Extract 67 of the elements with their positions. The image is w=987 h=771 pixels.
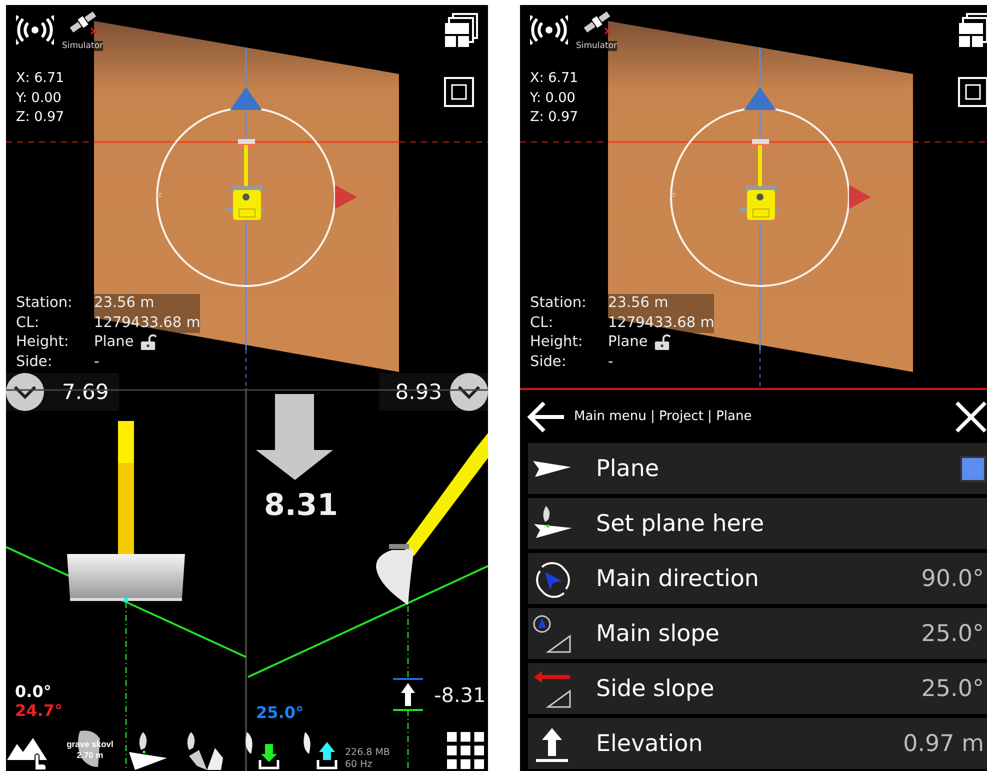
coordinate-readout: Z: 0.97 — [530, 108, 578, 128]
plane-bucket-icon[interactable] — [127, 730, 167, 770]
menu-item[interactable]: Plane — [528, 443, 987, 494]
side-marker — [849, 185, 871, 209]
cross-angle-value: 0.0° — [15, 682, 52, 701]
app-grid-icon[interactable] — [447, 732, 484, 769]
menu-item-label: Plane — [596, 456, 660, 482]
open-padlock-icon[interactable] — [140, 334, 157, 352]
coordinate-readout: X: 6.71 — [16, 69, 64, 88]
update-rate: 60 Hz — [345, 759, 374, 771]
menu-item-label: Main slope — [596, 620, 720, 646]
folded-planes-icon[interactable] — [185, 730, 225, 770]
info-label: CL: — [530, 314, 554, 332]
layers-icon[interactable] — [958, 13, 987, 49]
menu-item-value: 25.0° — [921, 620, 984, 646]
wireless-signal-icon — [530, 15, 568, 45]
bucket-angle-value: 24.7° — [15, 701, 62, 720]
breadcrumb: Main menu | Project | Plane — [574, 409, 753, 424]
info-label: Station: — [16, 294, 74, 313]
memory-usage: 226.8 MB — [345, 747, 390, 759]
info-label: Side: — [530, 352, 568, 372]
info-value: 23.56 m — [608, 294, 714, 314]
menu-item-value: 90.0° — [921, 566, 984, 592]
view-toggle-icon[interactable] — [958, 77, 987, 107]
menu-item-label: Elevation — [596, 730, 704, 756]
menu-item[interactable]: Elevation 0.97 m — [528, 718, 987, 769]
chevron-down-icon[interactable] — [450, 373, 488, 411]
layers-icon[interactable] — [444, 13, 478, 49]
view-toggle-icon[interactable] — [444, 77, 474, 107]
coordinate-readout: Y: 0.00 — [16, 88, 62, 108]
info-value: 23.56 m — [94, 294, 200, 314]
height-bracket-icon — [393, 678, 423, 711]
side-marker — [335, 185, 357, 209]
info-label: Height: — [530, 333, 584, 352]
cut-arrow-icon — [256, 394, 333, 480]
menu-item-label: Main direction — [596, 566, 760, 592]
direction-marker — [230, 87, 262, 110]
gps-status-label: Simulator — [576, 41, 618, 51]
menu-item-value: 0.97 m — [903, 730, 984, 756]
info-label: Height: — [16, 333, 70, 352]
menu-item[interactable]: Side slope 25.0° — [528, 663, 987, 714]
menu-item[interactable]: Main slope 25.0° — [528, 608, 987, 659]
open-padlock-icon[interactable] — [654, 334, 671, 352]
satellite-icon — [69, 10, 99, 36]
cut-depth-value: 8.31 — [264, 488, 338, 523]
coordinate-readout: X: 6.71 — [530, 69, 578, 88]
main-slope-icon — [532, 614, 572, 654]
info-label: Side: — [16, 352, 54, 372]
height-offset-value: -8.31 — [434, 683, 486, 707]
direction-marker — [744, 87, 776, 110]
slope-angle-value: 25.0° — [256, 703, 304, 722]
info-label: CL: — [16, 314, 40, 332]
coordinate-readout: Z: 0.97 — [16, 108, 64, 128]
satellite-icon — [583, 10, 613, 36]
info-label: Station: — [530, 294, 588, 313]
checkbox[interactable] — [960, 456, 986, 482]
close-icon[interactable] — [954, 400, 987, 434]
coordinate-readout: Y: 0.00 — [530, 88, 576, 108]
chevron-down-icon[interactable] — [6, 373, 44, 411]
menu-item-label: Set plane here — [596, 510, 766, 536]
menu-item-label: Side slope — [596, 676, 716, 702]
gps-status-label: Simulator — [62, 41, 104, 51]
wireless-signal-icon — [16, 15, 54, 45]
side-slope-icon — [532, 668, 572, 708]
menu-item-value: 25.0° — [921, 676, 984, 702]
menu-item[interactable]: Set plane here — [528, 498, 987, 549]
menu-item[interactable]: Main direction 90.0° — [528, 553, 987, 604]
